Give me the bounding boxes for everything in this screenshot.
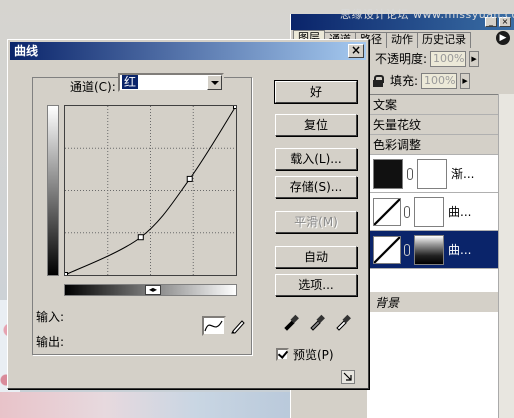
background-image-bottom	[0, 392, 300, 418]
tab-history[interactable]: 历史记录	[417, 32, 471, 48]
layer-label: 渐...	[451, 167, 475, 181]
layer-label: 色彩调整	[373, 138, 422, 152]
curve-tool-icon[interactable]	[202, 316, 226, 336]
layer-label: 曲...	[448, 205, 472, 219]
channel-select[interactable]: 红	[118, 73, 224, 92]
layer-row-background[interactable]: 背景	[367, 292, 514, 312]
expand-icon[interactable]	[341, 370, 355, 384]
mask-thumbnail	[417, 158, 447, 189]
black-eyedropper-icon[interactable]	[282, 313, 300, 331]
layer-label: 曲...	[448, 243, 472, 257]
reset-button[interactable]: 复位	[275, 114, 357, 136]
fill-label: 填充:	[390, 74, 419, 88]
channel-label: 通道(C):	[70, 80, 116, 94]
opacity-field[interactable]: 100%	[430, 50, 467, 67]
white-eyedropper-icon[interactable]	[334, 313, 352, 331]
auto-button[interactable]: 自动	[275, 246, 357, 268]
ok-button[interactable]: 好	[274, 80, 358, 104]
gradient-toggle-icon[interactable]: ◂▸	[145, 285, 161, 295]
opacity-row: 不透明度: 100% ▶	[375, 50, 480, 67]
layer-row-curves-2[interactable]: 曲...	[367, 231, 514, 269]
link-icon	[407, 167, 413, 180]
input-label: 输入:	[36, 310, 65, 324]
curve-point-0[interactable]	[64, 272, 68, 277]
load-button[interactable]: 载入(L)...	[275, 148, 357, 170]
layer-label: 文案	[373, 98, 398, 112]
curves-adjust-icon	[373, 197, 401, 226]
link-icon	[404, 243, 410, 256]
background-layer-label: 背景	[375, 295, 400, 310]
layer-thumbnail	[373, 158, 403, 189]
curve-graph[interactable]	[64, 105, 237, 276]
curve-grid	[65, 106, 236, 275]
curves-adjust-icon	[373, 235, 401, 264]
tab-actions[interactable]: 动作	[386, 32, 418, 48]
panel-menu-arrow-icon[interactable]: ▶	[496, 31, 510, 45]
options-button[interactable]: 选项...	[275, 274, 357, 296]
smooth-button[interactable]: 平滑(M)	[275, 211, 357, 233]
gray-eyedropper-icon[interactable]	[308, 313, 326, 331]
dialog-title: 曲线	[14, 44, 39, 58]
preview-option[interactable]: 预览(P)	[276, 346, 334, 363]
mask-thumbnail	[414, 196, 444, 227]
curve-point-1[interactable]	[137, 234, 144, 241]
preview-checkbox[interactable]	[276, 348, 289, 361]
lock-icon[interactable]	[373, 74, 384, 87]
layer-row-gradient[interactable]: 渐...	[367, 155, 514, 193]
preview-label: 预览(P)	[293, 348, 334, 362]
close-button[interactable]: ×	[348, 44, 364, 58]
layer-row-vector[interactable]: 矢量花纹	[367, 115, 514, 135]
channel-value: 红	[122, 75, 139, 89]
curves-dialog: 曲线 × 通道(C): 红 ◂▸ 输入: 输出: 好 复位 载入(L)... 存…	[7, 39, 369, 389]
chevron-down-icon[interactable]	[207, 75, 222, 90]
fill-spin-icon[interactable]: ▶	[460, 72, 471, 89]
opacity-label: 不透明度:	[375, 52, 428, 66]
curve-point-3[interactable]	[233, 105, 238, 109]
layer-row-copy[interactable]: 文案	[367, 95, 514, 115]
fill-field[interactable]: 100%	[421, 72, 458, 89]
mask-thumbnail	[414, 234, 444, 265]
layer-list: 文案 矢量花纹 色彩调整 渐... 曲... 曲...	[367, 94, 514, 418]
link-icon	[404, 205, 410, 218]
dialog-titlebar[interactable]: 曲线 ×	[10, 42, 366, 60]
layer-row-color[interactable]: 色彩调整	[367, 135, 514, 155]
layer-label: 矢量花纹	[373, 118, 422, 132]
layers-scrollbar[interactable]	[498, 94, 514, 418]
watermark: 思缘设计论坛 www.missyuan.com	[340, 8, 514, 21]
fill-row: 填充: 100% ▶	[373, 72, 471, 89]
output-label: 输出:	[36, 335, 65, 349]
output-gradient-bar	[47, 105, 59, 276]
curve-point-2[interactable]	[186, 175, 193, 182]
layer-row-curves-1[interactable]: 曲...	[367, 193, 514, 231]
save-button[interactable]: 存储(S)...	[275, 176, 357, 198]
opacity-spin-icon[interactable]: ▶	[469, 50, 480, 67]
pencil-icon[interactable]	[230, 318, 246, 334]
